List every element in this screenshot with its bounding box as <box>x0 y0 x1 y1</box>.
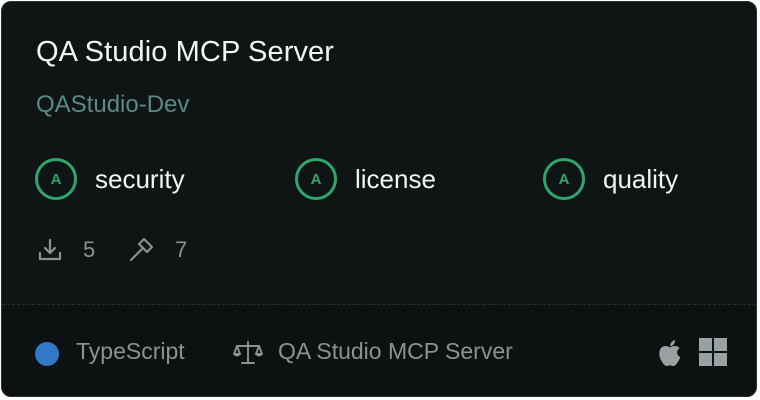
grade-security: A security <box>35 156 185 202</box>
tools-stat: 7 <box>127 236 187 264</box>
grade-label: quality <box>603 163 679 194</box>
grade-label: security <box>95 163 185 194</box>
grade-quality: A quality <box>543 156 678 202</box>
grade-badge: A <box>35 158 77 200</box>
downloads-stat: 5 <box>37 236 95 264</box>
grade-label: license <box>355 163 436 194</box>
tools-count: 7 <box>175 237 188 262</box>
server-author[interactable]: QAStudio-Dev <box>36 91 189 119</box>
scale-icon <box>233 340 263 371</box>
license-name: QA Studio MCP Server <box>278 338 513 364</box>
grade-badge: A <box>295 158 337 200</box>
apple-icon <box>657 338 683 373</box>
grade-badge: A <box>543 158 585 200</box>
language-label: TypeScript <box>76 338 185 364</box>
language-color-dot <box>35 342 59 366</box>
windows-icon <box>699 338 727 366</box>
card-footer: TypeScript QA Studio MCP Server <box>2 305 756 396</box>
grade-license: A license <box>295 156 436 202</box>
download-icon <box>37 237 63 263</box>
hammer-icon <box>127 236 155 264</box>
mcp-server-card[interactable]: QA Studio MCP Server QAStudio-Dev A secu… <box>1 1 757 397</box>
server-title[interactable]: QA Studio MCP Server <box>36 36 334 69</box>
downloads-count: 5 <box>83 237 96 262</box>
